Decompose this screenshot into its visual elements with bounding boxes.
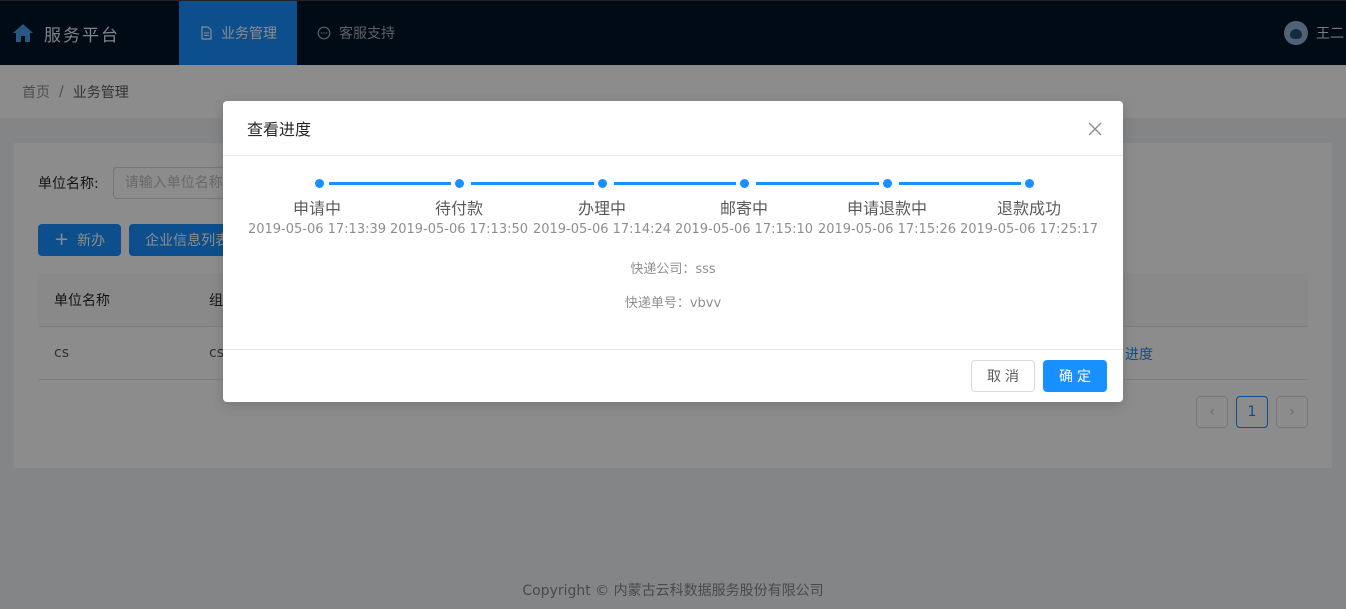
- timeline-step: 申请中 2019-05-06 17:13:39: [247, 198, 387, 237]
- timeline-connector: [471, 182, 594, 185]
- timeline-dot: [598, 179, 607, 188]
- step-time: 2019-05-06 17:14:24: [532, 222, 672, 237]
- timeline-step: 邮寄中 2019-05-06 17:15:10: [674, 198, 814, 237]
- courier-company: 快递公司：sss: [630, 262, 716, 277]
- progress-timeline: 申请中 2019-05-06 17:13:39 待付款 2019-05-06 1…: [223, 156, 1123, 246]
- timeline-dot: [315, 179, 324, 188]
- cancel-button[interactable]: 取消: [971, 360, 1035, 392]
- confirm-button[interactable]: 确定: [1043, 360, 1107, 392]
- modal-title: 查看进度: [247, 120, 312, 139]
- step-time: 2019-05-06 17:15:10: [674, 222, 814, 237]
- step-label: 申请中: [292, 199, 341, 218]
- step-label: 申请退款中: [846, 199, 927, 218]
- close-button[interactable]: [1083, 117, 1107, 141]
- timeline-step: 办理中 2019-05-06 17:14:24: [532, 198, 672, 237]
- step-label: 待付款: [434, 199, 483, 218]
- timeline-dot: [455, 179, 464, 188]
- step-time: 2019-05-06 17:25:17: [959, 222, 1099, 237]
- step-label: 退款成功: [996, 199, 1061, 218]
- timeline-step: 申请退款中 2019-05-06 17:15:26: [817, 198, 957, 237]
- step-time: 2019-05-06 17:15:26: [817, 222, 957, 237]
- timeline-connector: [899, 182, 1021, 185]
- step-label: 办理中: [577, 199, 626, 218]
- close-icon: [1088, 122, 1102, 136]
- timeline-dot: [883, 179, 892, 188]
- courier-number: 快递单号：vbvv: [624, 296, 722, 311]
- timeline-step: 待付款 2019-05-06 17:13:50: [389, 198, 529, 237]
- modal-header: 查看进度: [223, 101, 1123, 156]
- timeline-dot: [1025, 179, 1034, 188]
- timeline-step: 退款成功 2019-05-06 17:25:17: [959, 198, 1099, 237]
- modal-footer: 取消 确定: [223, 349, 1123, 402]
- progress-modal: 查看进度 申请中 2019-05-06 17:13:39 待付款 2019-05…: [223, 101, 1123, 402]
- timeline-connector: [614, 182, 736, 185]
- timeline-dot: [740, 179, 749, 188]
- step-time: 2019-05-06 17:13:39: [247, 222, 387, 237]
- timeline-connector: [756, 182, 879, 185]
- step-time: 2019-05-06 17:13:50: [389, 222, 529, 237]
- step-label: 邮寄中: [719, 199, 768, 218]
- timeline-connector: [329, 182, 451, 185]
